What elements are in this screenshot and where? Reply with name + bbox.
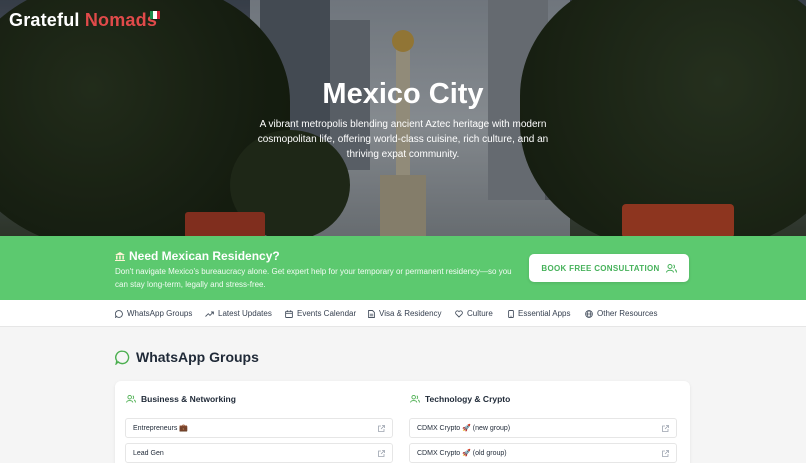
group-link-label: Entrepreneurs 💼 <box>133 425 189 432</box>
users-icon <box>665 263 677 273</box>
column-title-business: Business & Networking <box>126 394 236 404</box>
whatsapp-section-title: WhatsApp Groups <box>115 349 259 365</box>
trending-icon <box>205 311 214 317</box>
book-consultation-label: BOOK FREE CONSULTATION <box>541 263 660 273</box>
group-link-label: CDMX Crypto 🚀 (new group) <box>417 425 511 432</box>
residency-banner-title: Need Mexican Residency? <box>115 249 280 263</box>
nav-label: WhatsApp Groups <box>127 309 193 318</box>
chat-icon <box>115 309 123 318</box>
nav-label: Culture <box>467 309 493 318</box>
document-icon <box>368 309 375 318</box>
calendar-icon <box>285 309 293 318</box>
group-link-cdmx-crypto-new[interactable]: CDMX Crypto 🚀 (new group) <box>409 418 677 438</box>
logo-text-main: Grateful <box>9 10 85 30</box>
nav-label: Other Resources <box>597 309 658 318</box>
group-link-cdmx-crypto-old[interactable]: CDMX Crypto 🚀 (old group) <box>409 443 677 463</box>
site-logo[interactable]: Grateful Nomads <box>9 10 157 31</box>
phone-icon <box>508 309 514 318</box>
group-link-lead-gen[interactable]: Lead Gen <box>125 443 393 463</box>
nav-label: Events Calendar <box>297 309 357 318</box>
external-link-icon <box>662 449 669 457</box>
section-title-text: WhatsApp Groups <box>136 349 259 365</box>
bank-icon <box>115 252 125 261</box>
residency-banner-text: Don't navigate Mexico's bureaucracy alon… <box>115 267 512 289</box>
nav-label: Visa & Residency <box>379 309 442 318</box>
mexico-flag-icon <box>150 11 160 19</box>
heart-icon <box>455 309 463 318</box>
group-link-label: Lead Gen <box>133 449 164 457</box>
column-title-text: Technology & Crypto <box>425 394 511 404</box>
external-link-icon <box>662 424 669 432</box>
page-subtitle: A vibrant metropolis blending ancient Az… <box>257 119 549 160</box>
column-title-technology: Technology & Crypto <box>410 394 510 404</box>
book-consultation-button[interactable]: BOOK FREE CONSULTATION <box>529 254 689 282</box>
external-link-icon <box>378 449 385 457</box>
nav-events-calendar[interactable]: Events Calendar <box>285 309 356 318</box>
nav-label: Essential Apps <box>518 309 571 318</box>
nav-other-resources[interactable]: Other Resources <box>585 309 657 318</box>
globe-icon <box>585 309 593 318</box>
users-icon <box>126 395 136 403</box>
nav-essential-apps[interactable]: Essential Apps <box>508 309 570 318</box>
nav-visa-residency[interactable]: Visa & Residency <box>368 309 442 318</box>
nav-whatsapp-groups[interactable]: WhatsApp Groups <box>115 309 192 318</box>
group-link-entrepreneurs[interactable]: Entrepreneurs 💼 <box>125 418 393 438</box>
users-icon <box>410 395 420 403</box>
chat-icon <box>115 350 130 365</box>
residency-title-text: Need Mexican Residency? <box>129 249 280 263</box>
nav-latest-updates[interactable]: Latest Updates <box>205 309 272 318</box>
nav-label: Latest Updates <box>218 309 272 318</box>
group-link-label: CDMX Crypto 🚀 (old group) <box>417 450 507 457</box>
page-title: Mexico City <box>322 78 484 110</box>
logo-text-accent: Nomads <box>84 10 158 30</box>
external-link-icon <box>378 424 385 432</box>
column-title-text: Business & Networking <box>141 394 236 404</box>
nav-culture[interactable]: Culture <box>455 309 493 318</box>
